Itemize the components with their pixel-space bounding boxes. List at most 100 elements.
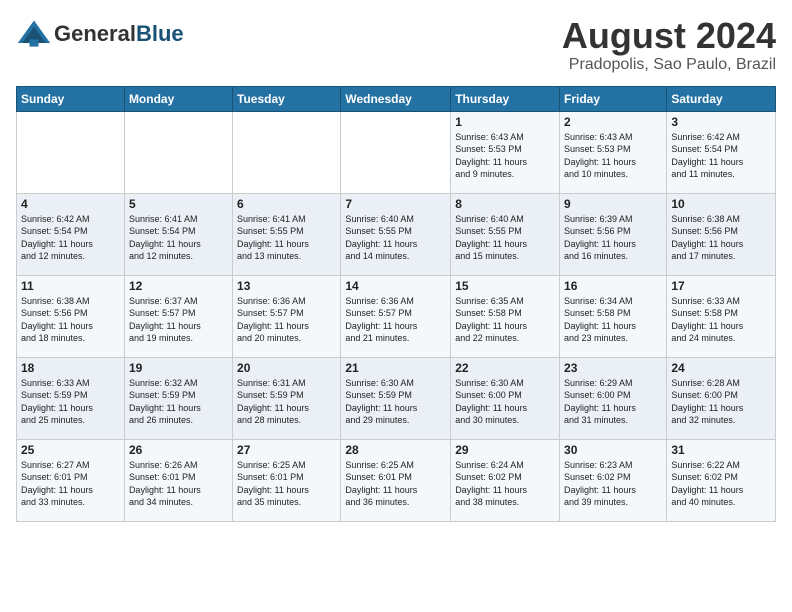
cell-content: Sunrise: 6:34 AM Sunset: 5:58 PM Dayligh… bbox=[564, 295, 662, 345]
col-tuesday: Tuesday bbox=[233, 86, 341, 111]
day-number: 16 bbox=[564, 279, 662, 293]
cell-content: Sunrise: 6:42 AM Sunset: 5:54 PM Dayligh… bbox=[21, 213, 120, 263]
calendar-week-5: 25 Sunrise: 6:27 AM Sunset: 6:01 PM Dayli… bbox=[17, 439, 776, 521]
day-number: 1 bbox=[455, 115, 555, 129]
cell-content: Sunrise: 6:26 AM Sunset: 6:01 PM Dayligh… bbox=[129, 459, 228, 509]
col-monday: Monday bbox=[124, 86, 232, 111]
cell-content: Sunrise: 6:24 AM Sunset: 6:02 PM Dayligh… bbox=[455, 459, 555, 509]
calendar-cell-2-3: 6Sunrise: 6:41 AM Sunset: 5:55 PM Daylig… bbox=[233, 193, 341, 275]
cell-content: Sunrise: 6:23 AM Sunset: 6:02 PM Dayligh… bbox=[564, 459, 662, 509]
cell-content: Sunrise: 6:43 AM Sunset: 5:53 PM Dayligh… bbox=[564, 131, 662, 181]
calendar-week-2: 4 Sunrise: 6:42 AM Sunset: 5:54 PM Daylig… bbox=[17, 193, 776, 275]
day-number: 19 bbox=[129, 361, 228, 375]
calendar-cell-1-7: 3 Sunrise: 6:42 AM Sunset: 5:54 PM Daylig… bbox=[667, 111, 776, 193]
calendar-cell-1-6: 2 Sunrise: 6:43 AM Sunset: 5:53 PM Daylig… bbox=[560, 111, 667, 193]
cell-content: Sunrise: 6:38 AM Sunset: 5:56 PM Dayligh… bbox=[21, 295, 120, 345]
calendar-header-row: Sunday Monday Tuesday Wednesday Thursday… bbox=[17, 86, 776, 111]
day-number: 25 bbox=[21, 443, 120, 457]
day-number: 11 bbox=[21, 279, 120, 293]
cell-content: Sunrise: 6:33 AM Sunset: 5:59 PM Dayligh… bbox=[21, 377, 120, 427]
calendar-cell-4-3: 20Sunrise: 6:31 AM Sunset: 5:59 PM Dayli… bbox=[233, 357, 341, 439]
logo-icon bbox=[16, 16, 52, 52]
day-number: 4 bbox=[21, 197, 120, 211]
calendar-table: Sunday Monday Tuesday Wednesday Thursday… bbox=[16, 86, 776, 522]
col-friday: Friday bbox=[560, 86, 667, 111]
cell-content: Sunrise: 6:22 AM Sunset: 6:02 PM Dayligh… bbox=[671, 459, 771, 509]
cell-content: Sunrise: 6:43 AM Sunset: 5:53 PM Dayligh… bbox=[455, 131, 555, 181]
day-number: 20 bbox=[237, 361, 336, 375]
day-number: 28 bbox=[345, 443, 446, 457]
day-number: 29 bbox=[455, 443, 555, 457]
cell-content: Sunrise: 6:40 AM Sunset: 5:55 PM Dayligh… bbox=[345, 213, 446, 263]
calendar-cell-5-3: 27 Sunrise: 6:25 AM Sunset: 6:01 PM Dayli… bbox=[233, 439, 341, 521]
cell-content: Sunrise: 6:28 AM Sunset: 6:00 PM Dayligh… bbox=[671, 377, 771, 427]
cell-content: Sunrise: 6:33 AM Sunset: 5:58 PM Dayligh… bbox=[671, 295, 771, 345]
day-number: 12 bbox=[129, 279, 228, 293]
col-thursday: Thursday bbox=[451, 86, 560, 111]
cell-content: Sunrise: 6:38 AM Sunset: 5:56 PM Dayligh… bbox=[671, 213, 771, 263]
cell-content: Sunrise: 6:25 AM Sunset: 6:01 PM Dayligh… bbox=[345, 459, 446, 509]
title-block: August 2024 Pradopolis, Sao Paulo, Brazi… bbox=[562, 16, 776, 74]
calendar-cell-3-7: 17 Sunrise: 6:33 AM Sunset: 5:58 PM Dayli… bbox=[667, 275, 776, 357]
calendar-cell-5-1: 25 Sunrise: 6:27 AM Sunset: 6:01 PM Dayli… bbox=[17, 439, 125, 521]
day-number: 27 bbox=[237, 443, 336, 457]
calendar-cell-3-6: 16 Sunrise: 6:34 AM Sunset: 5:58 PM Dayli… bbox=[560, 275, 667, 357]
cell-content: Sunrise: 6:39 AM Sunset: 5:56 PM Dayligh… bbox=[564, 213, 662, 263]
calendar-cell-5-7: 31Sunrise: 6:22 AM Sunset: 6:02 PM Dayli… bbox=[667, 439, 776, 521]
cell-content: Sunrise: 6:41 AM Sunset: 5:54 PM Dayligh… bbox=[129, 213, 228, 263]
cell-content: Sunrise: 6:42 AM Sunset: 5:54 PM Dayligh… bbox=[671, 131, 771, 181]
calendar-cell-5-2: 26 Sunrise: 6:26 AM Sunset: 6:01 PM Dayli… bbox=[124, 439, 232, 521]
day-number: 18 bbox=[21, 361, 120, 375]
calendar-cell-5-5: 29 Sunrise: 6:24 AM Sunset: 6:02 PM Dayli… bbox=[451, 439, 560, 521]
calendar-cell-1-3 bbox=[233, 111, 341, 193]
calendar-cell-4-6: 23 Sunrise: 6:29 AM Sunset: 6:00 PM Dayli… bbox=[560, 357, 667, 439]
calendar-week-4: 18 Sunrise: 6:33 AM Sunset: 5:59 PM Dayli… bbox=[17, 357, 776, 439]
calendar-cell-4-4: 21Sunrise: 6:30 AM Sunset: 5:59 PM Dayli… bbox=[341, 357, 451, 439]
day-number: 9 bbox=[564, 197, 662, 211]
col-sunday: Sunday bbox=[17, 86, 125, 111]
day-number: 24 bbox=[671, 361, 771, 375]
day-number: 30 bbox=[564, 443, 662, 457]
day-number: 26 bbox=[129, 443, 228, 457]
calendar-cell-2-5: 8 Sunrise: 6:40 AM Sunset: 5:55 PM Daylig… bbox=[451, 193, 560, 275]
day-number: 7 bbox=[345, 197, 446, 211]
cell-content: Sunrise: 6:30 AM Sunset: 5:59 PM Dayligh… bbox=[345, 377, 446, 427]
calendar-cell-5-4: 28 Sunrise: 6:25 AM Sunset: 6:01 PM Dayli… bbox=[341, 439, 451, 521]
cell-content: Sunrise: 6:29 AM Sunset: 6:00 PM Dayligh… bbox=[564, 377, 662, 427]
cell-content: Sunrise: 6:37 AM Sunset: 5:57 PM Dayligh… bbox=[129, 295, 228, 345]
col-wednesday: Wednesday bbox=[341, 86, 451, 111]
month-year: August 2024 bbox=[562, 16, 776, 56]
day-number: 3 bbox=[671, 115, 771, 129]
cell-content: Sunrise: 6:30 AM Sunset: 6:00 PM Dayligh… bbox=[455, 377, 555, 427]
header: GeneralBlue August 2024 Pradopolis, Sao … bbox=[16, 16, 776, 74]
calendar-cell-2-1: 4 Sunrise: 6:42 AM Sunset: 5:54 PM Daylig… bbox=[17, 193, 125, 275]
calendar-cell-4-1: 18 Sunrise: 6:33 AM Sunset: 5:59 PM Dayli… bbox=[17, 357, 125, 439]
day-number: 5 bbox=[129, 197, 228, 211]
calendar-cell-4-2: 19Sunrise: 6:32 AM Sunset: 5:59 PM Dayli… bbox=[124, 357, 232, 439]
day-number: 15 bbox=[455, 279, 555, 293]
day-number: 17 bbox=[671, 279, 771, 293]
calendar-cell-3-4: 14 Sunrise: 6:36 AM Sunset: 5:57 PM Dayli… bbox=[341, 275, 451, 357]
day-number: 2 bbox=[564, 115, 662, 129]
calendar-cell-2-4: 7 Sunrise: 6:40 AM Sunset: 5:55 PM Daylig… bbox=[341, 193, 451, 275]
cell-content: Sunrise: 6:27 AM Sunset: 6:01 PM Dayligh… bbox=[21, 459, 120, 509]
calendar-cell-4-7: 24 Sunrise: 6:28 AM Sunset: 6:00 PM Dayli… bbox=[667, 357, 776, 439]
day-number: 8 bbox=[455, 197, 555, 211]
calendar-cell-4-5: 22Sunrise: 6:30 AM Sunset: 6:00 PM Dayli… bbox=[451, 357, 560, 439]
day-number: 14 bbox=[345, 279, 446, 293]
day-number: 10 bbox=[671, 197, 771, 211]
calendar-cell-3-1: 11 Sunrise: 6:38 AM Sunset: 5:56 PM Dayli… bbox=[17, 275, 125, 357]
calendar-cell-1-1 bbox=[17, 111, 125, 193]
day-number: 23 bbox=[564, 361, 662, 375]
cell-content: Sunrise: 6:25 AM Sunset: 6:01 PM Dayligh… bbox=[237, 459, 336, 509]
calendar-cell-3-2: 12 Sunrise: 6:37 AM Sunset: 5:57 PM Dayli… bbox=[124, 275, 232, 357]
cell-content: Sunrise: 6:35 AM Sunset: 5:58 PM Dayligh… bbox=[455, 295, 555, 345]
calendar-cell-2-2: 5 Sunrise: 6:41 AM Sunset: 5:54 PM Daylig… bbox=[124, 193, 232, 275]
calendar-cell-2-6: 9 Sunrise: 6:39 AM Sunset: 5:56 PM Daylig… bbox=[560, 193, 667, 275]
cell-content: Sunrise: 6:36 AM Sunset: 5:57 PM Dayligh… bbox=[345, 295, 446, 345]
calendar-cell-1-5: 1 Sunrise: 6:43 AM Sunset: 5:53 PM Daylig… bbox=[451, 111, 560, 193]
cell-content: Sunrise: 6:40 AM Sunset: 5:55 PM Dayligh… bbox=[455, 213, 555, 263]
logo-blue-text: Blue bbox=[136, 21, 184, 46]
calendar-cell-3-3: 13Sunrise: 6:36 AM Sunset: 5:57 PM Dayli… bbox=[233, 275, 341, 357]
day-number: 13 bbox=[237, 279, 336, 293]
